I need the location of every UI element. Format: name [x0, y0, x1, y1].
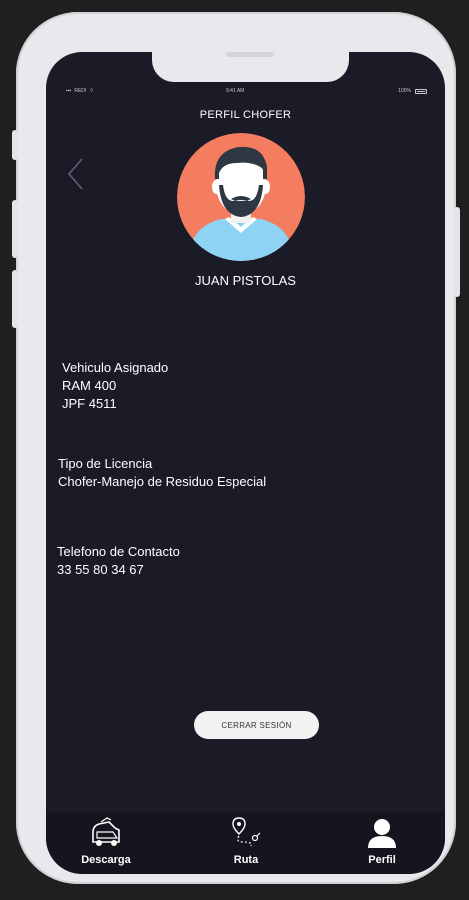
driver-name: JUAN PISTOLAS	[195, 273, 296, 288]
wifi-icon: ⌔	[89, 88, 94, 94]
avatar	[177, 133, 305, 261]
battery-icon	[415, 88, 427, 94]
tab-descarga[interactable]: Descarga	[66, 816, 146, 872]
volume-up-button	[12, 200, 18, 258]
mute-switch	[12, 130, 18, 160]
tab-ruta-label: Ruta	[233, 854, 259, 866]
vehicle-plate: JPF 4511	[62, 396, 117, 411]
battery-percent: 100%	[398, 88, 411, 94]
truck-icon	[92, 817, 120, 846]
contact-value: 33 55 80 34 67	[57, 562, 144, 577]
tab-perfil-label: Perfil	[368, 854, 396, 866]
page-title: PERFIL CHOFER	[199, 109, 292, 121]
route-icon	[232, 817, 261, 847]
status-time: 9:41 AM	[226, 88, 245, 94]
volume-down-button	[12, 270, 18, 328]
signal-icon: ▪▪▪	[66, 88, 72, 94]
status-right: 100%	[398, 88, 427, 94]
status-left: ▪▪▪ REDI ⌔	[66, 88, 94, 94]
vehicle-section: Vehiculo Asignado RAM 400 JPF 4511	[62, 359, 168, 413]
phone-frame: ▪▪▪ REDI ⌔ 9:41 AM 100% PERFIL CHOFER JU…	[12, 12, 460, 884]
vehicle-model: RAM 400	[62, 378, 117, 393]
license-value: Chofer-Manejo de Residuo Especial	[58, 474, 267, 489]
license-label: Tipo de Licencia	[58, 456, 153, 471]
carrier-label: REDI	[74, 88, 87, 94]
driver-avatar-icon	[177, 133, 305, 261]
power-button	[454, 207, 460, 297]
user-icon	[368, 819, 396, 848]
tab-ruta[interactable]: Ruta	[206, 816, 286, 872]
status-bar: ▪▪▪ REDI ⌔ 9:41 AM 100%	[46, 88, 445, 98]
speaker-grille	[226, 52, 274, 57]
back-chevron-icon[interactable]	[66, 156, 86, 192]
vehicle-label: Vehiculo Asignado	[62, 360, 169, 375]
logout-button[interactable]: CERRAR SESIÓN	[194, 711, 319, 739]
app-screen: ▪▪▪ REDI ⌔ 9:41 AM 100% PERFIL CHOFER JU…	[46, 52, 445, 874]
license-section: Tipo de Licencia Chofer-Manejo de Residu…	[58, 455, 266, 491]
contact-section: Telefono de Contacto 33 55 80 34 67	[57, 543, 180, 579]
contact-label: Telefono de Contacto	[57, 544, 180, 559]
tab-descarga-label: Descarga	[81, 854, 131, 866]
tab-bar: Descarga Ruta Perfil	[46, 812, 445, 874]
tab-perfil[interactable]: Perfil	[342, 816, 422, 872]
